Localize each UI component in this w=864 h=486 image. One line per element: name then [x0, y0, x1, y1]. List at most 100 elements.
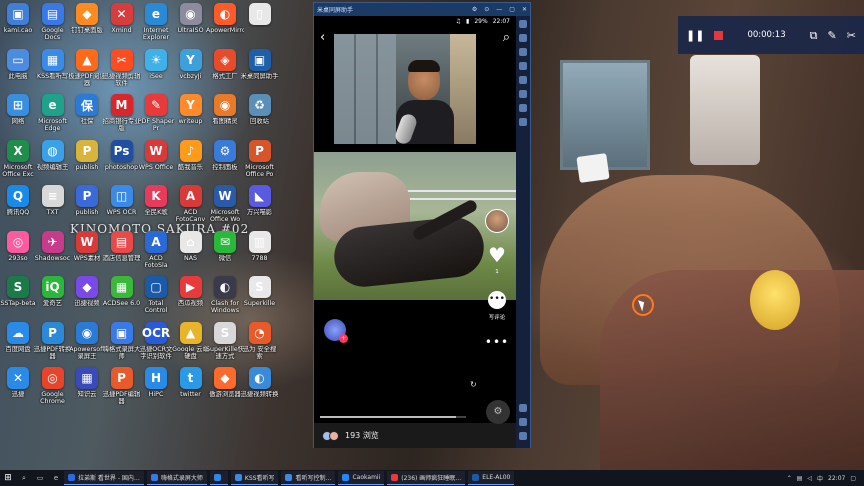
ie-icon[interactable]: e [50, 472, 62, 484]
desktop-icon[interactable]: P Microsoft Office Po [242, 139, 278, 178]
desktop-icon[interactable]: W WPS Office [138, 139, 174, 171]
desktop-icon[interactable]: P 迅捷PDF转换器 [34, 321, 71, 360]
desktop-icon[interactable]: ▲ 极速PDF阅读器 [68, 48, 106, 87]
task-view-icon[interactable]: ▭ [34, 472, 46, 484]
desktop-icon[interactable]: Ps photoshop [104, 139, 140, 171]
desktop-icon[interactable]: ▦ 知识云 [69, 367, 105, 398]
desktop-icon[interactable]: A ACD FotoSla [138, 230, 174, 269]
search-icon[interactable]: ⌕ [503, 31, 510, 44]
close-icon[interactable]: ✕ [522, 6, 527, 13]
desktop-icon[interactable]: P 迅捷PDF编辑器 [103, 367, 140, 405]
desktop-icon[interactable]: ◐ ApowerMirror [206, 3, 244, 34]
desktop-icon[interactable]: ◉ Apowersoft录屏王 [69, 321, 105, 360]
desktop-icon[interactable]: H HiPC [138, 367, 174, 398]
desktop-icon[interactable]: ◆ 钉钉桌面版 [69, 3, 105, 34]
desktop-icon[interactable]: ▦ ACDSee 6.0 [103, 276, 140, 307]
desktop-icon[interactable]: ▣ 嗨格式录屏大师 [103, 321, 140, 360]
sidebar-keyboard-icon[interactable] [519, 20, 527, 28]
desktop-icon[interactable]: ✈ Shadowsoc [35, 230, 71, 262]
tray-up-arrow-icon[interactable]: ⌃ [787, 475, 792, 482]
notification-icon[interactable]: ▢ [850, 475, 856, 482]
desktop-icon[interactable]: ◐ 迅捷视频转换 [241, 367, 278, 398]
desktop-icon[interactable]: Ywriteup [173, 94, 209, 125]
back-arrow-icon[interactable]: ‹ [320, 31, 325, 44]
desktop-icon[interactable]: 保社保 [69, 94, 105, 125]
pause-icon[interactable]: ❚❚ [686, 30, 704, 41]
desktop-icon[interactable]: ⚙ 控制面板 [207, 139, 243, 171]
desktop-icon[interactable]: ◉ 看图精灵 [207, 94, 243, 125]
desktop-icon[interactable]: ◐ Clash for Windows [207, 276, 243, 314]
sidebar-recent-icon[interactable] [519, 432, 527, 440]
desktop-icon[interactable]: ☁ 百度网盘 [0, 321, 36, 353]
network-icon[interactable]: ▤ [797, 475, 803, 482]
comment-label[interactable]: 写评论 [489, 313, 506, 321]
mirror-titlebar[interactable]: 米桌同屏助手 ⚙ ⊙ — ▢ ✕ [314, 3, 530, 16]
desktop-icon[interactable]: W WPS素材 [69, 230, 105, 262]
taskbar-task[interactable]: (236) 画师疯狂睡眠… [387, 471, 466, 485]
desktop-icon[interactable]: ▥ 7788 [242, 230, 278, 262]
desktop-icon[interactable]: YvcbzyJi [173, 48, 209, 80]
sidebar-rotate-icon[interactable] [519, 62, 527, 70]
desktop-icon[interactable]: ▣ kami.cao [0, 3, 36, 34]
volume-icon[interactable]: ◁ [807, 475, 812, 482]
sidebar-fullscreen-icon[interactable] [519, 104, 527, 112]
desktop-icon[interactable]: e Microsoft Edge [35, 94, 71, 132]
taskbar-task[interactable]: Caokamii [338, 471, 385, 485]
desktop-icon[interactable]: S Superkille [242, 276, 278, 307]
maximize-icon[interactable]: ▢ [509, 6, 515, 13]
desktop-icon[interactable]: ☀ iSee [138, 48, 174, 80]
desktop-icon[interactable]: ≡ TXT [35, 185, 71, 216]
desktop-icon[interactable]: S SuperKille快速方式 [206, 321, 244, 360]
desktop-icon[interactable]: ♻ 回收站 [242, 94, 278, 125]
desktop-icon[interactable]: ▣ 米桌同屏助手 [241, 48, 278, 80]
desktop-icon[interactable]: Ppublish [69, 139, 105, 171]
desktop-icon[interactable]: ◎ 293so [0, 230, 36, 262]
desktop-icon[interactable]: X Microsoft Office Exc [0, 139, 36, 178]
desktop-icon[interactable]: ◆ 傲游浏览器 [207, 367, 243, 398]
taskbar-task[interactable]: ELE-AL00 [468, 471, 515, 485]
desktop-icon[interactable]: W Microsoft Office Wo [207, 185, 243, 223]
desktop-icon[interactable]: ◈ 格式工厂 [207, 48, 243, 80]
follow-plus-icon[interactable]: + [339, 334, 348, 343]
settings-icon[interactable]: ⚙ [472, 6, 477, 13]
desktop-icon[interactable]: ▭ 此电脑 [0, 48, 36, 80]
desktop-icon[interactable]: ♪ 酷我音乐 [173, 139, 209, 171]
sidebar-record-icon[interactable] [519, 90, 527, 98]
desktop-icon[interactable]: ⌂ NAS [173, 230, 209, 262]
author-avatar[interactable] [485, 209, 509, 233]
phone-screen[interactable]: ♫ ▮ 29% 22:07 ‹ ⌕ ♥ 1 ••• 写评论 ••• + ↻ ⚙ … [314, 16, 516, 448]
sidebar-screenshot-icon[interactable] [519, 76, 527, 84]
desktop-icon[interactable]: ◉ UltraISO [173, 3, 209, 34]
desktop-icon[interactable]: ✉ 微信 [207, 230, 243, 262]
desktop-icon[interactable]: ▢ Total Control [138, 276, 174, 314]
desktop-icon[interactable]: ◎ Google Chrome [35, 367, 71, 405]
desktop-icon[interactable]: ▤ 酒店信息管理 [103, 230, 140, 262]
minimize-icon[interactable]: — [496, 6, 502, 13]
desktop-icon[interactable]: ◍ 视频编辑王 [35, 139, 71, 171]
search-icon[interactable]: ⌕ [18, 472, 30, 484]
desktop-icon[interactable]: ◆ 迅捷视频 [69, 276, 105, 307]
desktop-icon[interactable]: Q 腾讯QQ [0, 185, 36, 216]
comment-icon[interactable]: ••• [488, 291, 506, 309]
desktop-icon[interactable]: K 全民K歌 [138, 185, 174, 216]
desktop-icon[interactable]: ✕ 迅捷 [0, 367, 36, 398]
taskbar-task[interactable]: 拉弟斯 看世界 - 国内… [64, 471, 144, 485]
desktop-icon[interactable]: iQ 爱奇艺 [35, 276, 71, 307]
taskbar-task[interactable]: KSS看听写 [230, 471, 279, 485]
desktop-icon[interactable]: t twitter [173, 367, 209, 398]
taskbar-task[interactable]: 看听写控制… [281, 471, 336, 485]
taskbar-task[interactable] [209, 471, 228, 485]
taskbar-task[interactable]: 嗨格式录屏大师 [146, 471, 207, 485]
sidebar-volume-up-icon[interactable] [519, 34, 527, 42]
desktop-icon[interactable]: ✎ PDF Shaper Pr [138, 94, 174, 132]
screen-mirror-window[interactable]: 米桌同屏助手 ⚙ ⊙ — ▢ ✕ ♫ ▮ 29% 22:07 ‹ ⌕ ♥ 1 •… [313, 2, 531, 448]
desktop-icon[interactable]: Ppublish [69, 185, 105, 216]
sidebar-volume-down-icon[interactable] [519, 48, 527, 56]
start-windows-icon[interactable]: ⊞ [0, 470, 16, 486]
sidebar-home-icon[interactable] [519, 418, 527, 426]
desktop-icon[interactable]: ◣ 万兴喵影 [242, 185, 278, 216]
effects-button[interactable]: ⚙ [486, 400, 510, 424]
sidebar-more-icon[interactable] [519, 118, 527, 126]
more-options-icon[interactable]: ••• [485, 335, 509, 349]
video-progress-bar[interactable] [320, 416, 466, 418]
